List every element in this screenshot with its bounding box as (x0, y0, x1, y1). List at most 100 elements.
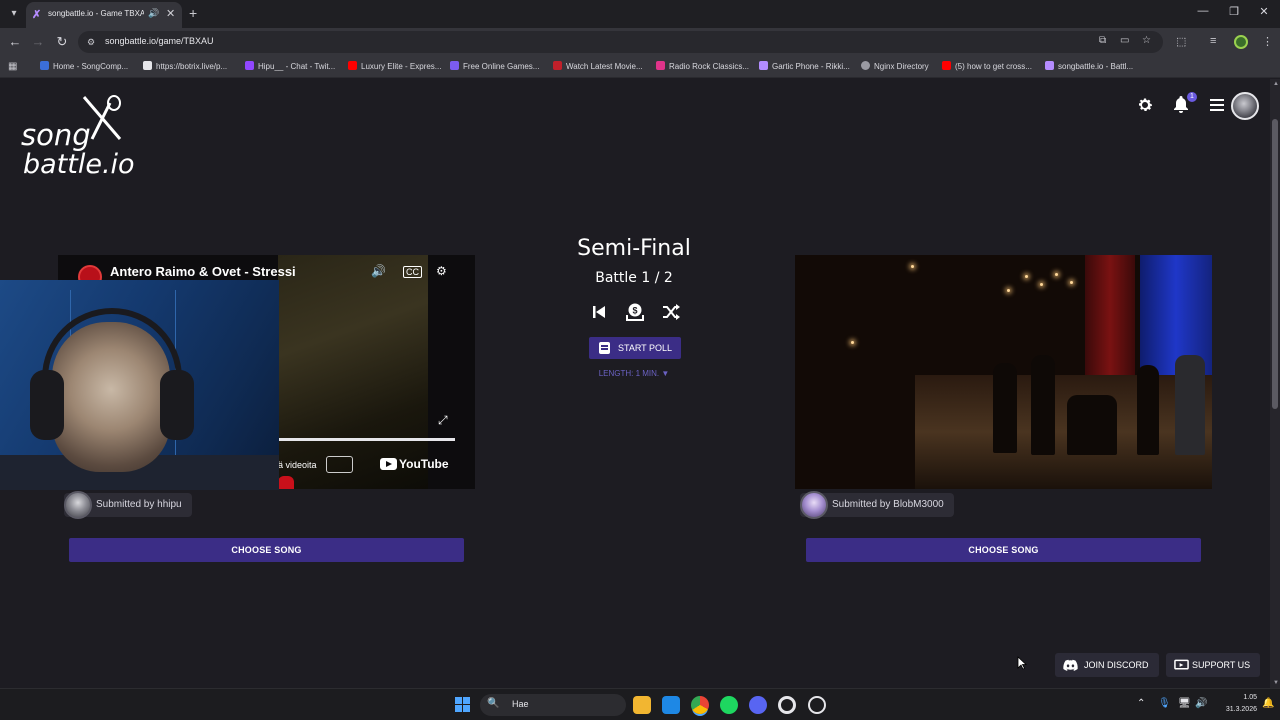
bookmark-item[interactable]: Gartic Phone - Rikki... (759, 61, 850, 73)
media-controls-icon[interactable]: ≡ (1210, 35, 1216, 47)
microphone-icon[interactable]: 🎙 (1158, 698, 1171, 709)
start-logo-tile (463, 697, 470, 704)
bookmark-item[interactable]: Home - SongComp... (40, 61, 128, 73)
new-tab-icon[interactable]: + (189, 5, 197, 21)
back-icon[interactable]: ← (7, 34, 23, 50)
browser-menu-icon[interactable]: ⋮ (1262, 35, 1273, 48)
bookmark-item[interactable]: Radio Rock Classics... (656, 61, 749, 73)
donate-dollar-icon[interactable]: $ (625, 302, 645, 322)
bookmark-item[interactable]: Luxury Elite - Expres... (348, 61, 441, 73)
notification-center-icon[interactable]: 🔔 (1262, 698, 1274, 709)
tab-search-icon[interactable]: ▾ (6, 6, 22, 22)
bookmark-item[interactable]: Nginx Directory (861, 61, 929, 73)
bookmark-star-icon[interactable]: ☆ (1142, 35, 1151, 46)
translate-icon[interactable]: ⧉ (1099, 35, 1106, 46)
submitter-avatar[interactable] (800, 491, 828, 519)
logo-text-battle: battle.io (23, 149, 135, 180)
file-explorer-icon[interactable] (633, 696, 651, 714)
drum-kit (1067, 395, 1117, 455)
discord-icon (1063, 659, 1078, 671)
left-submitted-by: Submitted by hhipu (64, 491, 192, 519)
browser-tab-active[interactable]: ✗ songbattle.io - Game TBXAU 🔊 ✕ (26, 2, 182, 28)
skip-back-icon[interactable] (589, 302, 609, 322)
taskbar-clock[interactable]: 1.05 31.3.2026 (1213, 692, 1257, 716)
video-title[interactable]: Antero Raimo & Ovet - Stressi (110, 264, 296, 279)
bookmark-favicon-icon (348, 61, 357, 70)
start-poll-label: START POLL (618, 343, 673, 353)
video-settings-icon[interactable]: ⚙ (436, 264, 447, 278)
bookmark-label: Luxury Elite - Expres... (361, 62, 442, 71)
speaker-icon[interactable]: 🔊 (1195, 698, 1207, 709)
spotify-icon[interactable] (720, 696, 738, 714)
battle-center-panel: Semi-Final Battle 1 / 2 $ START POLL LEN… (534, 236, 734, 386)
chrome-icon[interactable] (691, 696, 709, 714)
user-avatar[interactable] (1231, 92, 1259, 120)
shuffle-icon[interactable] (661, 302, 681, 322)
submitter-avatar[interactable] (64, 491, 92, 519)
songbattle-logo[interactable]: song battle.io (20, 91, 140, 180)
address-url[interactable]: songbattle.io/game/TBXAU (105, 36, 214, 46)
settings-gear-icon[interactable] (1136, 96, 1154, 114)
scroll-up-icon[interactable]: ▲ (1273, 81, 1279, 87)
discord-taskbar-icon[interactable] (749, 696, 767, 714)
cast-icon[interactable]: ▭ (1120, 35, 1129, 46)
app-icon[interactable] (808, 696, 826, 714)
site-info-icon[interactable]: ⚙ (87, 36, 99, 48)
submitter-label: Submitted by BlobM3000 (832, 499, 944, 510)
page-scrollbar[interactable]: ▲ ▼ (1270, 79, 1280, 688)
support-us-button[interactable]: SUPPORT US (1166, 653, 1260, 677)
watch-more-videos-text[interactable]: ä videoita (278, 460, 317, 470)
join-discord-button[interactable]: JOIN DISCORD (1055, 653, 1159, 677)
clock-time: 1.05 (1243, 694, 1257, 701)
bookmark-label: Hipu__ - Chat - Twit... (258, 62, 336, 71)
tab-audio-icon[interactable]: 🔊 (148, 8, 159, 19)
start-poll-button[interactable]: START POLL (589, 337, 681, 359)
bookmark-favicon-icon (1045, 61, 1054, 70)
tray-overflow-icon[interactable]: ⌃ (1137, 698, 1145, 709)
bookmark-item[interactable]: Hipu__ - Chat - Twit... (245, 61, 335, 73)
more-videos-icon[interactable] (326, 456, 353, 473)
edge-icon[interactable] (662, 696, 680, 714)
band-member (1031, 355, 1055, 455)
right-youtube-player[interactable] (795, 255, 1212, 489)
streamer-webcam-overlay (0, 280, 279, 490)
bookmark-item[interactable]: (5) how to get cross... (942, 61, 1032, 73)
choose-right-song-button[interactable]: CHOOSE SONG (806, 538, 1201, 562)
taskbar-search[interactable]: 🔍 Hae (480, 694, 626, 716)
browser-tab-strip: ▾ ✗ songbattle.io - Game TBXAU 🔊 ✕ + — ❐… (0, 0, 1280, 28)
network-icon[interactable]: 🖥 (1178, 698, 1191, 709)
reload-icon[interactable]: ↻ (54, 34, 70, 50)
volume-icon[interactable]: 🔊 (371, 264, 386, 278)
windows-start-icon[interactable] (455, 697, 471, 713)
address-bar[interactable]: ⚙ songbattle.io/game/TBXAU ⧉ ▭ ☆ (78, 31, 1163, 53)
restore-icon[interactable]: ❐ (1224, 5, 1244, 18)
start-logo-tile (455, 705, 462, 712)
bookmark-favicon-icon (40, 61, 49, 70)
extensions-icon[interactable]: ⬚ (1176, 35, 1186, 48)
youtube-logo-link[interactable]: YouTube (380, 457, 449, 471)
start-logo-tile (463, 705, 470, 712)
apps-grid-icon[interactable]: ▦ (8, 61, 17, 72)
fullscreen-expand-icon[interactable]: ⤢ (438, 413, 448, 428)
poll-length-dropdown[interactable]: LENGTH: 1 MIN. ▼ (534, 369, 734, 378)
video-progress-bar[interactable] (278, 438, 455, 441)
obs-icon[interactable] (778, 696, 796, 714)
hamburger-menu-icon[interactable] (1210, 99, 1224, 111)
captions-icon[interactable]: CC (403, 266, 422, 278)
window-close-icon[interactable]: ✕ (1254, 5, 1274, 18)
browser-profile-avatar[interactable] (1234, 35, 1248, 49)
bookmark-item[interactable]: Free Online Games... (450, 61, 539, 73)
bookmark-item[interactable]: https://botrix.live/p... (143, 61, 227, 73)
bookmarks-bar: ▦ Home - SongComp... https://botrix.live… (0, 56, 1280, 78)
scrollbar-thumb[interactable] (1272, 119, 1278, 409)
choose-left-song-button[interactable]: CHOOSE SONG (69, 538, 464, 562)
forward-icon[interactable]: → (30, 34, 46, 50)
tab-close-icon[interactable]: ✕ (166, 7, 175, 20)
bookmark-item[interactable]: songbattle.io - Battl... (1045, 61, 1133, 73)
scroll-down-icon[interactable]: ▼ (1273, 680, 1279, 686)
bookmark-item[interactable]: Watch Latest Movie... (553, 61, 643, 73)
bookmark-label: (5) how to get cross... (955, 62, 1032, 71)
minimize-icon[interactable]: — (1193, 5, 1213, 17)
chandelier-light (1040, 283, 1043, 286)
amplifier (1175, 355, 1205, 455)
